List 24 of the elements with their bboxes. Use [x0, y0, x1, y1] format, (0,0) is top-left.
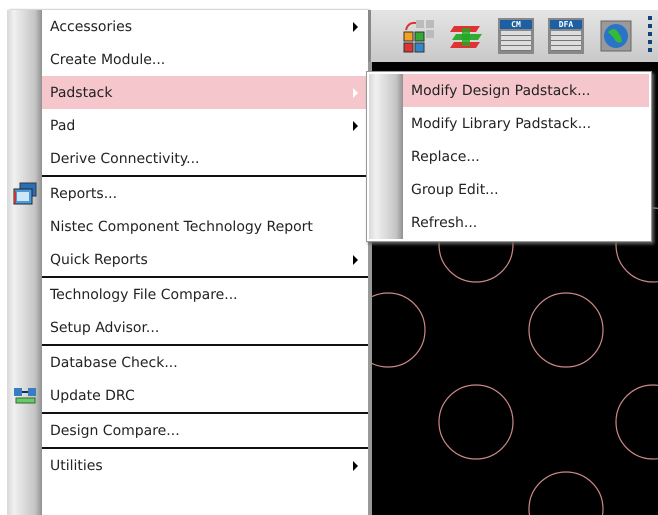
menu-item[interactable]: Reports... — [42, 177, 368, 210]
menu-item[interactable]: Refresh... — [403, 206, 649, 239]
menu-item[interactable]: Derive Connectivity... — [42, 142, 368, 175]
menu-item[interactable]: Utilities — [42, 449, 368, 482]
table-icon[interactable]: CM — [498, 18, 534, 54]
menu-item[interactable]: Database Check... — [42, 346, 368, 379]
globe-icon[interactable] — [598, 18, 634, 54]
menu-item[interactable]: Group Edit... — [403, 173, 649, 206]
menu-item[interactable]: Pad — [42, 109, 368, 142]
windows-icon — [12, 182, 38, 206]
menu-item[interactable]: Nistec Component Technology Report — [42, 210, 368, 243]
menu-item[interactable]: Create Module... — [42, 43, 368, 76]
menu-item[interactable]: Modify Design Padstack... — [403, 74, 649, 107]
menu-item[interactable]: Quick Reports — [42, 243, 368, 276]
network-icon — [13, 386, 37, 406]
menu-item[interactable]: Padstack — [42, 76, 368, 109]
menu-item[interactable]: Setup Advisor... — [42, 311, 368, 344]
menu-item[interactable]: Modify Library Padstack... — [403, 107, 649, 140]
menu-item[interactable]: Update DRC — [42, 379, 368, 412]
menu-item[interactable]: Technology File Compare... — [42, 278, 368, 311]
table-icon[interactable]: DFA — [548, 18, 584, 54]
menu-item[interactable]: Accessories — [42, 10, 368, 43]
menu-item[interactable]: Design Compare... — [42, 414, 368, 447]
menu-item[interactable]: Replace... — [403, 140, 649, 173]
